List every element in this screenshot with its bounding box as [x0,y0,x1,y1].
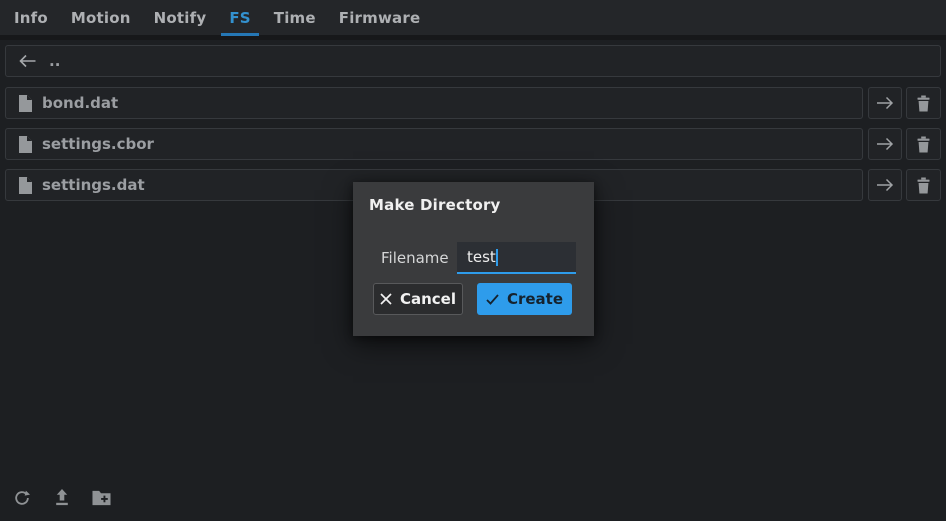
cancel-button[interactable]: Cancel [373,283,463,315]
upload-button[interactable] [51,487,73,509]
delete-file-button[interactable] [906,87,941,119]
text-caret [496,249,498,266]
dialog-title: Make Directory [369,196,501,214]
close-icon [380,293,392,305]
open-file-button[interactable] [868,169,902,201]
refresh-button[interactable] [11,487,33,509]
parent-directory-row[interactable]: .. [5,45,941,77]
file-name: settings.dat [42,176,145,194]
tab-notify[interactable]: Notify [146,0,215,35]
arrow-right-icon [876,95,894,111]
file-icon [18,95,32,112]
arrow-left-icon [18,53,37,69]
open-file-button[interactable] [868,87,902,119]
open-file-button[interactable] [868,128,902,160]
upload-icon [54,489,70,507]
file-name: settings.cbor [42,135,154,153]
cancel-button-label: Cancel [400,290,456,308]
parent-directory-label: .. [49,52,60,70]
filename-input-wrap [457,242,576,274]
new-folder-button[interactable] [90,487,112,509]
create-button[interactable]: Create [477,283,572,315]
delete-file-button[interactable] [906,169,941,201]
tab-firmware[interactable]: Firmware [331,0,429,35]
tab-motion[interactable]: Motion [63,0,139,35]
filename-input[interactable] [457,242,576,274]
file-row[interactable]: settings.cbor [5,128,863,160]
check-icon [486,294,499,305]
tab-bar: Info Motion Notify FS Time Firmware [0,0,946,40]
arrow-right-icon [876,177,894,193]
create-button-label: Create [507,290,563,308]
tab-fs[interactable]: FS [221,0,258,35]
refresh-icon [13,489,31,507]
trash-icon [916,95,931,112]
file-icon [18,136,32,153]
tab-info[interactable]: Info [6,0,56,35]
file-name: bond.dat [42,94,118,112]
trash-icon [916,136,931,153]
filename-label: Filename [381,242,449,274]
new-folder-icon [92,490,111,506]
file-row[interactable]: bond.dat [5,87,863,119]
delete-file-button[interactable] [906,128,941,160]
tab-time[interactable]: Time [266,0,324,35]
arrow-right-icon [876,136,894,152]
file-icon [18,177,32,194]
trash-icon [916,177,931,194]
make-directory-dialog: Make Directory Filename Cancel Create [353,182,594,336]
